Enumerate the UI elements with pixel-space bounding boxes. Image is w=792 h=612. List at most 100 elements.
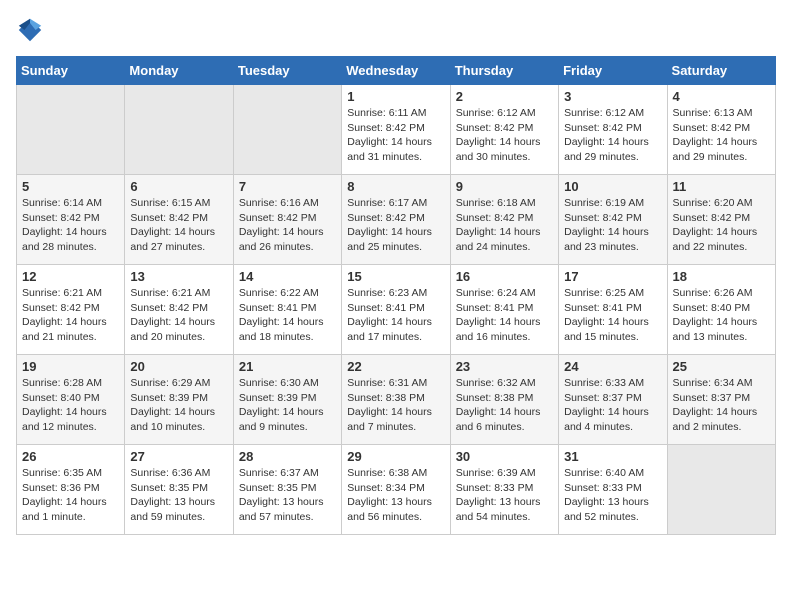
day-info: Sunrise: 6:33 AMSunset: 8:37 PMDaylight:… bbox=[564, 376, 661, 435]
day-number: 30 bbox=[456, 449, 553, 464]
day-number: 17 bbox=[564, 269, 661, 284]
day-info: Sunrise: 6:21 AMSunset: 8:42 PMDaylight:… bbox=[130, 286, 227, 345]
day-number: 23 bbox=[456, 359, 553, 374]
calendar-cell: 24 Sunrise: 6:33 AMSunset: 8:37 PMDayligh… bbox=[559, 355, 667, 445]
header-wednesday: Wednesday bbox=[342, 57, 450, 85]
day-info: Sunrise: 6:22 AMSunset: 8:41 PMDaylight:… bbox=[239, 286, 336, 345]
calendar-cell: 8 Sunrise: 6:17 AMSunset: 8:42 PMDaylight… bbox=[342, 175, 450, 265]
day-number: 11 bbox=[673, 179, 770, 194]
day-info: Sunrise: 6:23 AMSunset: 8:41 PMDaylight:… bbox=[347, 286, 444, 345]
calendar-cell: 13 Sunrise: 6:21 AMSunset: 8:42 PMDayligh… bbox=[125, 265, 233, 355]
header-sunday: Sunday bbox=[17, 57, 125, 85]
day-info: Sunrise: 6:19 AMSunset: 8:42 PMDaylight:… bbox=[564, 196, 661, 255]
day-info: Sunrise: 6:26 AMSunset: 8:40 PMDaylight:… bbox=[673, 286, 770, 345]
day-info: Sunrise: 6:21 AMSunset: 8:42 PMDaylight:… bbox=[22, 286, 119, 345]
calendar-table: SundayMondayTuesdayWednesdayThursdayFrid… bbox=[16, 56, 776, 535]
day-info: Sunrise: 6:37 AMSunset: 8:35 PMDaylight:… bbox=[239, 466, 336, 525]
day-number: 31 bbox=[564, 449, 661, 464]
day-number: 7 bbox=[239, 179, 336, 194]
day-info: Sunrise: 6:39 AMSunset: 8:33 PMDaylight:… bbox=[456, 466, 553, 525]
calendar-cell: 26 Sunrise: 6:35 AMSunset: 8:36 PMDayligh… bbox=[17, 445, 125, 535]
day-number: 19 bbox=[22, 359, 119, 374]
day-number: 16 bbox=[456, 269, 553, 284]
calendar-cell: 6Sunrise: 6:15 AMSunset: 8:42 PMDaylight… bbox=[125, 175, 233, 265]
calendar-cell: 15 Sunrise: 6:23 AMSunset: 8:41 PMDayligh… bbox=[342, 265, 450, 355]
day-info: Sunrise: 6:32 AMSunset: 8:38 PMDaylight:… bbox=[456, 376, 553, 435]
calendar-cell: 17Sunrise: 6:25 AMSunset: 8:41 PMDayligh… bbox=[559, 265, 667, 355]
day-number: 12 bbox=[22, 269, 119, 284]
day-number: 21 bbox=[239, 359, 336, 374]
calendar-cell: 12 Sunrise: 6:21 AMSunset: 8:42 PMDayligh… bbox=[17, 265, 125, 355]
calendar-week-row: 1 Sunrise: 6:11 AMSunset: 8:42 PMDaylight… bbox=[17, 85, 776, 175]
calendar-cell: 1 Sunrise: 6:11 AMSunset: 8:42 PMDaylight… bbox=[342, 85, 450, 175]
calendar-cell bbox=[233, 85, 341, 175]
day-info: Sunrise: 6:31 AMSunset: 8:38 PMDaylight:… bbox=[347, 376, 444, 435]
day-info: Sunrise: 6:20 AMSunset: 8:42 PMDaylight:… bbox=[673, 196, 770, 255]
day-number: 8 bbox=[347, 179, 444, 194]
day-info: Sunrise: 6:35 AMSunset: 8:36 PMDaylight:… bbox=[22, 466, 119, 525]
calendar-cell: 19Sunrise: 6:28 AMSunset: 8:40 PMDayligh… bbox=[17, 355, 125, 445]
day-info: Sunrise: 6:30 AMSunset: 8:39 PMDaylight:… bbox=[239, 376, 336, 435]
day-number: 24 bbox=[564, 359, 661, 374]
calendar-week-row: 19Sunrise: 6:28 AMSunset: 8:40 PMDayligh… bbox=[17, 355, 776, 445]
day-number: 25 bbox=[673, 359, 770, 374]
day-info: Sunrise: 6:34 AMSunset: 8:37 PMDaylight:… bbox=[673, 376, 770, 435]
calendar-week-row: 12 Sunrise: 6:21 AMSunset: 8:42 PMDayligh… bbox=[17, 265, 776, 355]
day-info: Sunrise: 6:29 AMSunset: 8:39 PMDaylight:… bbox=[130, 376, 227, 435]
day-number: 1 bbox=[347, 89, 444, 104]
day-number: 13 bbox=[130, 269, 227, 284]
header-monday: Monday bbox=[125, 57, 233, 85]
day-info: Sunrise: 6:12 AMSunset: 8:42 PMDaylight:… bbox=[456, 106, 553, 165]
day-info: Sunrise: 6:14 AMSunset: 8:42 PMDaylight:… bbox=[22, 196, 119, 255]
day-info: Sunrise: 6:11 AMSunset: 8:42 PMDaylight:… bbox=[347, 106, 444, 165]
day-number: 15 bbox=[347, 269, 444, 284]
day-number: 10 bbox=[564, 179, 661, 194]
calendar-cell: 5 Sunrise: 6:14 AMSunset: 8:42 PMDaylight… bbox=[17, 175, 125, 265]
calendar-cell: 22 Sunrise: 6:31 AMSunset: 8:38 PMDayligh… bbox=[342, 355, 450, 445]
day-info: Sunrise: 6:36 AMSunset: 8:35 PMDaylight:… bbox=[130, 466, 227, 525]
day-number: 26 bbox=[22, 449, 119, 464]
header-thursday: Thursday bbox=[450, 57, 558, 85]
calendar-cell: 4Sunrise: 6:13 AMSunset: 8:42 PMDaylight… bbox=[667, 85, 775, 175]
day-number: 28 bbox=[239, 449, 336, 464]
day-number: 9 bbox=[456, 179, 553, 194]
day-number: 18 bbox=[673, 269, 770, 284]
calendar-cell: 2 Sunrise: 6:12 AMSunset: 8:42 PMDaylight… bbox=[450, 85, 558, 175]
day-info: Sunrise: 6:40 AMSunset: 8:33 PMDaylight:… bbox=[564, 466, 661, 525]
day-number: 22 bbox=[347, 359, 444, 374]
day-number: 20 bbox=[130, 359, 227, 374]
day-number: 29 bbox=[347, 449, 444, 464]
calendar-cell: 20 Sunrise: 6:29 AMSunset: 8:39 PMDayligh… bbox=[125, 355, 233, 445]
day-info: Sunrise: 6:16 AMSunset: 8:42 PMDaylight:… bbox=[239, 196, 336, 255]
calendar-cell: 30 Sunrise: 6:39 AMSunset: 8:33 PMDayligh… bbox=[450, 445, 558, 535]
header-tuesday: Tuesday bbox=[233, 57, 341, 85]
logo bbox=[16, 16, 46, 44]
calendar-cell: 9 Sunrise: 6:18 AMSunset: 8:42 PMDaylight… bbox=[450, 175, 558, 265]
day-number: 5 bbox=[22, 179, 119, 194]
calendar-cell bbox=[667, 445, 775, 535]
calendar-cell: 28 Sunrise: 6:37 AMSunset: 8:35 PMDayligh… bbox=[233, 445, 341, 535]
day-number: 2 bbox=[456, 89, 553, 104]
calendar-header-row: SundayMondayTuesdayWednesdayThursdayFrid… bbox=[17, 57, 776, 85]
day-info: Sunrise: 6:24 AMSunset: 8:41 PMDaylight:… bbox=[456, 286, 553, 345]
page-header bbox=[16, 16, 776, 44]
day-info: Sunrise: 6:15 AMSunset: 8:42 PMDaylight:… bbox=[130, 196, 227, 255]
calendar-cell: 7 Sunrise: 6:16 AMSunset: 8:42 PMDaylight… bbox=[233, 175, 341, 265]
calendar-cell: 18 Sunrise: 6:26 AMSunset: 8:40 PMDayligh… bbox=[667, 265, 775, 355]
day-info: Sunrise: 6:18 AMSunset: 8:42 PMDaylight:… bbox=[456, 196, 553, 255]
calendar-cell: 31 Sunrise: 6:40 AMSunset: 8:33 PMDayligh… bbox=[559, 445, 667, 535]
calendar-cell: 11 Sunrise: 6:20 AMSunset: 8:42 PMDayligh… bbox=[667, 175, 775, 265]
calendar-cell: 14 Sunrise: 6:22 AMSunset: 8:41 PMDayligh… bbox=[233, 265, 341, 355]
calendar-cell bbox=[17, 85, 125, 175]
header-friday: Friday bbox=[559, 57, 667, 85]
calendar-week-row: 26 Sunrise: 6:35 AMSunset: 8:36 PMDayligh… bbox=[17, 445, 776, 535]
day-number: 14 bbox=[239, 269, 336, 284]
calendar-cell: 21 Sunrise: 6:30 AMSunset: 8:39 PMDayligh… bbox=[233, 355, 341, 445]
calendar-cell: 23 Sunrise: 6:32 AMSunset: 8:38 PMDayligh… bbox=[450, 355, 558, 445]
calendar-cell: 29Sunrise: 6:38 AMSunset: 8:34 PMDayligh… bbox=[342, 445, 450, 535]
calendar-cell: 10 Sunrise: 6:19 AMSunset: 8:42 PMDayligh… bbox=[559, 175, 667, 265]
day-info: Sunrise: 6:12 AMSunset: 8:42 PMDaylight:… bbox=[564, 106, 661, 165]
day-info: Sunrise: 6:17 AMSunset: 8:42 PMDaylight:… bbox=[347, 196, 444, 255]
header-saturday: Saturday bbox=[667, 57, 775, 85]
calendar-cell: 3Sunrise: 6:12 AMSunset: 8:42 PMDaylight… bbox=[559, 85, 667, 175]
